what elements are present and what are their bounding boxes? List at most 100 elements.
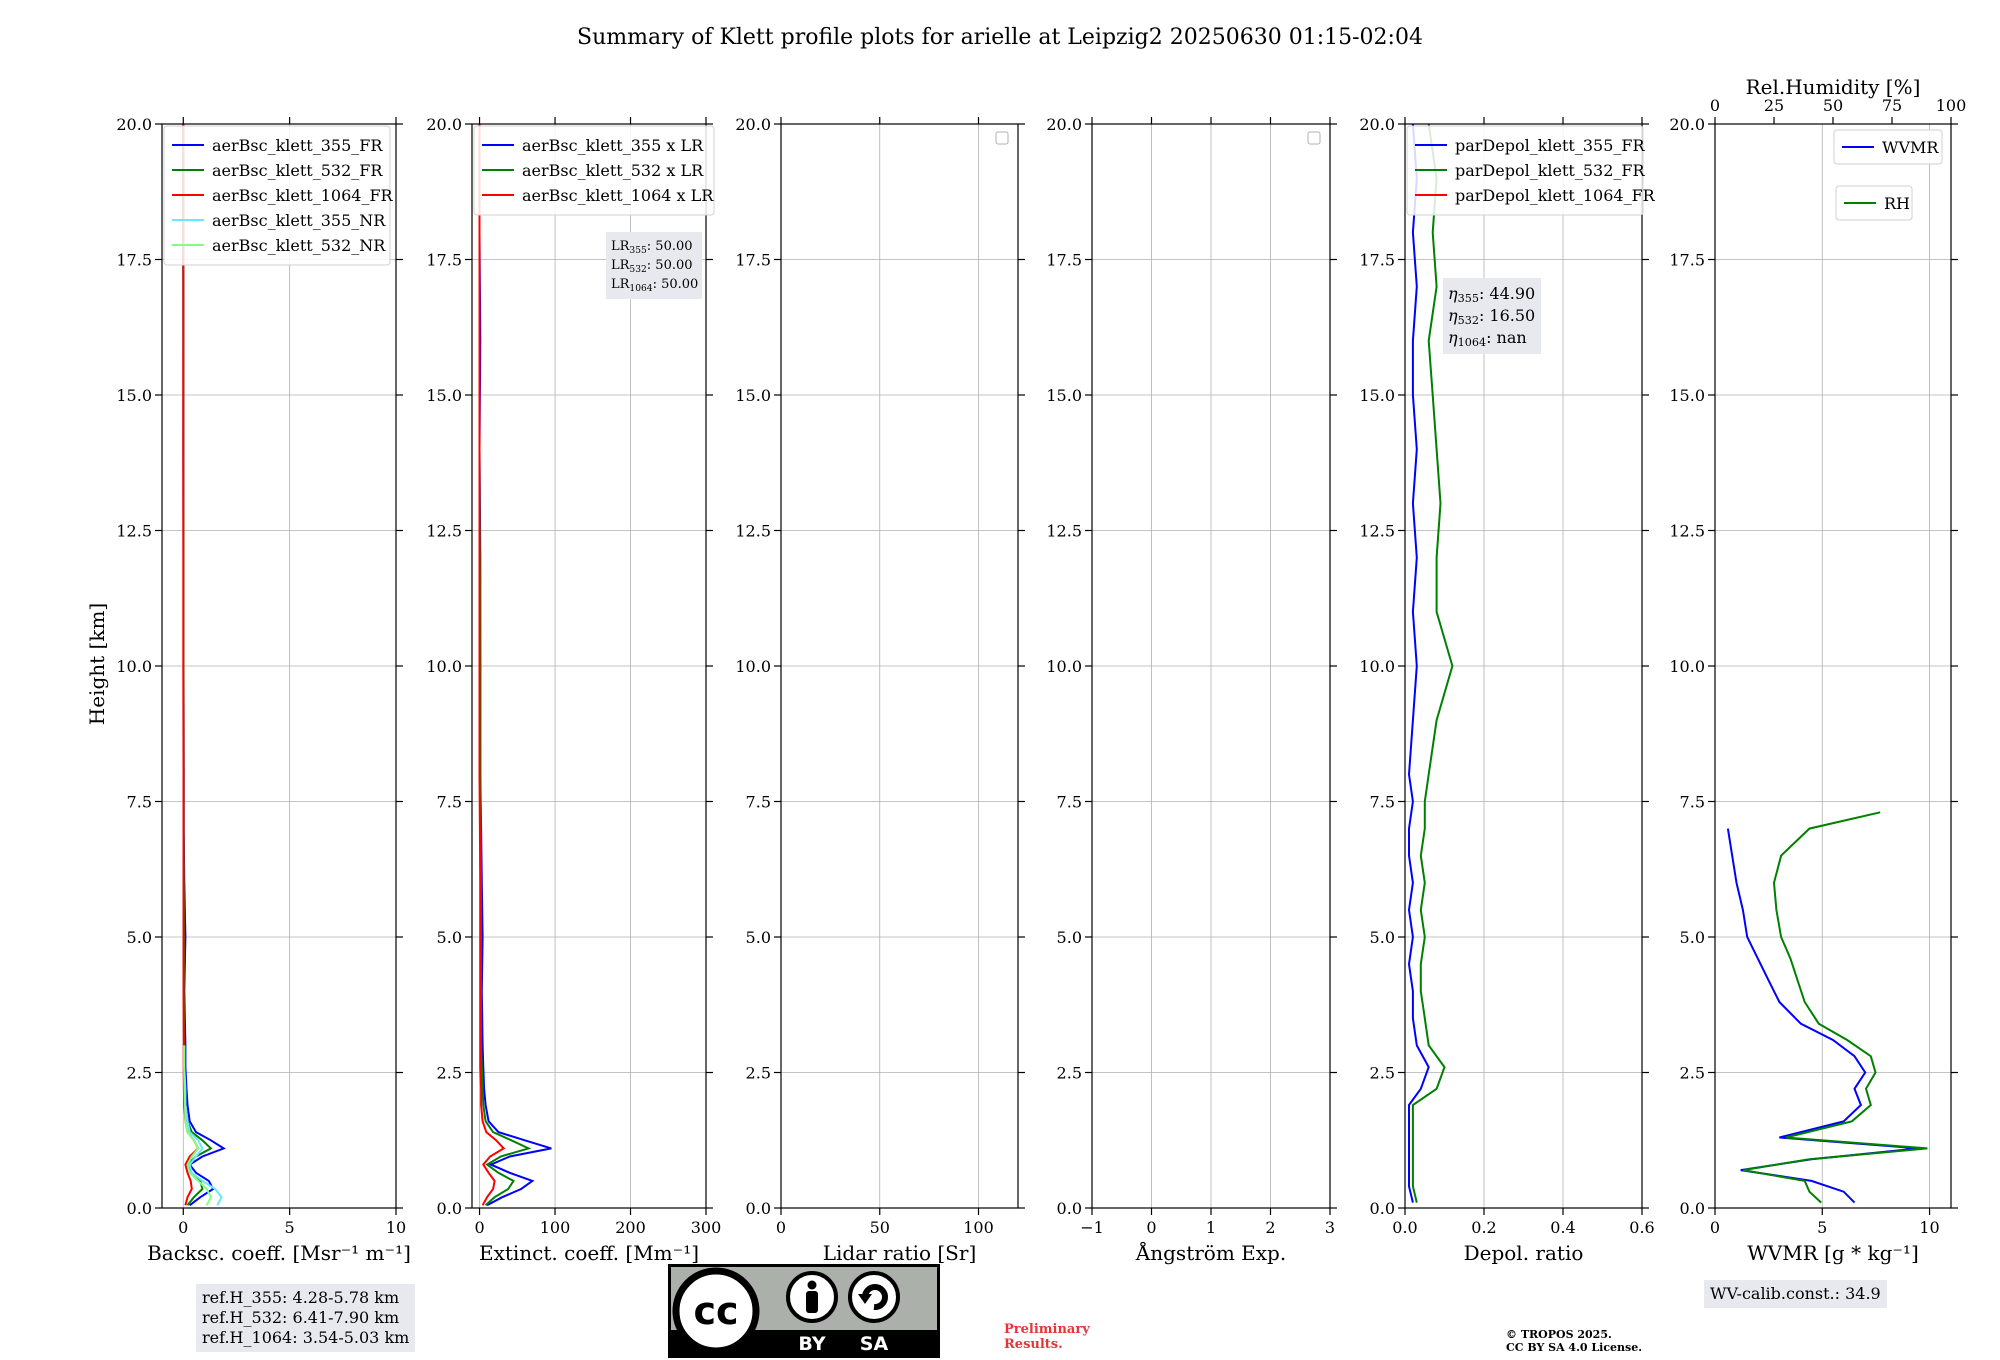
y-tick-label: 20.0 xyxy=(116,115,152,134)
legend-label: aerBsc_klett_1064_FR xyxy=(212,186,394,205)
annotation-value: : 50.00 xyxy=(647,258,693,273)
y-tick-label: 2.5 xyxy=(437,1064,462,1083)
copyright-line-2: CC BY SA 4.0 License. xyxy=(1506,1341,1643,1354)
x-axis-label: Depol. ratio xyxy=(1464,1241,1584,1265)
y-tick-label: 17.5 xyxy=(116,251,152,270)
annotation-line: LR532: 50.00 xyxy=(611,258,693,275)
legend-label: parDepol_klett_355_FR xyxy=(1455,136,1646,155)
x-tick-label: 0.2 xyxy=(1471,1218,1496,1237)
y-tick-label: 0.0 xyxy=(1057,1199,1082,1218)
y-tick-label: 2.5 xyxy=(127,1064,152,1083)
panel-angstrom: 0.0 2.5 5.0 7.5 10.0 12.5 15.0 17.5 20.0 −1 0 1 2 3 Ån… xyxy=(1046,115,1337,1265)
series-line-RH xyxy=(1743,811,1928,1204)
x-tick-label: 100 xyxy=(540,1218,571,1237)
x-tick-label: 0.0 xyxy=(1392,1218,1417,1237)
copyright-note: © TROPOS 2025. CC BY SA 4.0 License. xyxy=(1506,1328,1642,1354)
ref-height-1064: ref.H_1064: 3.54-5.03 km xyxy=(202,1328,410,1347)
annotation-subscript: 532 xyxy=(1458,314,1479,327)
figure-title: Summary of Klett profile plots for ariel… xyxy=(577,25,1423,50)
x-tick-label: 1 xyxy=(1206,1218,1216,1237)
y-tick-label: 15.0 xyxy=(1359,386,1395,405)
empty-legend-box xyxy=(1307,131,1321,145)
x2-tick-label: 0 xyxy=(1710,96,1720,115)
x-tick-label: 0 xyxy=(178,1218,188,1237)
annotation-value: : 44.90 xyxy=(1479,284,1535,303)
preliminary-line-2: Results. xyxy=(1004,1337,1063,1352)
y-tick-label: 2.5 xyxy=(1370,1064,1395,1083)
x-axis-label: WVMR [g * kg⁻¹] xyxy=(1747,1241,1919,1265)
annotation-symbol: η xyxy=(1448,306,1458,325)
y-tick-label: 17.5 xyxy=(1046,251,1082,270)
x-axis-label: Ångström Exp. xyxy=(1135,1240,1286,1265)
legend-label: parDepol_klett_1064_FR xyxy=(1455,186,1656,205)
series-line-aerBsc_klett_532 x LR xyxy=(478,124,532,1207)
wv-calib-box: WV-calib.const.: 34.9 xyxy=(1704,1280,1887,1308)
y-tick-label: 15.0 xyxy=(1669,386,1705,405)
sa-label: SA xyxy=(860,1333,889,1355)
wv-calib-text: WV-calib.const.: 34.9 xyxy=(1710,1284,1881,1303)
y-tick-label: 17.5 xyxy=(1359,251,1395,270)
copyright-line-1: © TROPOS 2025. xyxy=(1506,1328,1612,1341)
x-tick-label: 300 xyxy=(691,1218,722,1237)
figure-canvas: Summary of Klett profile plots for ariel… xyxy=(85,25,1966,1265)
annotation-value: : 16.50 xyxy=(1479,306,1535,325)
y-tick-label: 5.0 xyxy=(1057,928,1082,947)
y-tick-label: 0.0 xyxy=(1370,1199,1395,1218)
annotation-subscript: 1064 xyxy=(629,284,652,294)
legend-label: aerBsc_klett_532_NR xyxy=(212,236,386,255)
annotation-subscript: 355 xyxy=(629,246,647,256)
series-line-aerBsc_klett_532_FR xyxy=(182,124,213,1206)
y-tick-label: 12.5 xyxy=(1359,522,1395,541)
x-tick-label: 5 xyxy=(1817,1218,1827,1237)
x-tick-label: 50 xyxy=(870,1218,890,1237)
ref-height-355: ref.H_355: 4.28-5.78 km xyxy=(202,1288,400,1307)
y-tick-label: 12.5 xyxy=(426,522,462,541)
annotation-symbol: η xyxy=(1448,284,1458,303)
y-tick-label: 10.0 xyxy=(426,657,462,676)
y-tick-label: 17.5 xyxy=(735,251,771,270)
y-tick-label: 15.0 xyxy=(1046,386,1082,405)
x-tick-label: 10 xyxy=(386,1218,406,1237)
y-tick-label: 10.0 xyxy=(116,657,152,676)
series-line-aerBsc_klett_355_FR xyxy=(182,124,226,1207)
y-tick-label: 7.5 xyxy=(127,793,152,812)
x2-axis-label: Rel.Humidity [%] xyxy=(1746,75,1921,99)
y-tick-label: 2.5 xyxy=(746,1064,771,1083)
x-axis-label: Extinct. coeff. [Mm⁻¹] xyxy=(479,1241,699,1265)
y-axis-label: Height [km] xyxy=(85,603,109,725)
legend-label: parDepol_klett_532_FR xyxy=(1455,161,1646,180)
panel-extinction: 0.0 2.5 5.0 7.5 10.0 12.5 15.0 17.5 20.0 0 100 200 3… xyxy=(426,115,721,1265)
x-axis-label: Lidar ratio [Sr] xyxy=(823,1241,977,1265)
y-tick-label: 0.0 xyxy=(437,1199,462,1218)
x-axis-label: Backsc. coeff. [Msr⁻¹ m⁻¹] xyxy=(147,1241,411,1265)
y-tick-label: 7.5 xyxy=(1370,793,1395,812)
y-tick-label: 15.0 xyxy=(735,386,771,405)
y-tick-label: 15.0 xyxy=(426,386,462,405)
x-tick-label: 100 xyxy=(963,1218,994,1237)
legend-label: aerBsc_klett_532_FR xyxy=(212,161,383,180)
annotation-value: : 50.00 xyxy=(653,277,699,292)
panel-lidar-ratio: 0.0 2.5 5.0 7.5 10.0 12.5 15.0 17.5 20.0 0 50 100 Li… xyxy=(735,115,1025,1265)
y-tick-label: 12.5 xyxy=(1046,522,1082,541)
legend-label: RH xyxy=(1884,194,1910,213)
annotation-symbol: LR xyxy=(611,277,631,292)
annotation-symbol: η xyxy=(1448,328,1458,347)
x-tick-label: −1 xyxy=(1080,1218,1104,1237)
x-tick-label: 0 xyxy=(1710,1218,1720,1237)
y-tick-label: 7.5 xyxy=(1057,793,1082,812)
panels: 0.02.55.07.510.012.515.017.520.00 5 10Back… xyxy=(116,75,1966,1265)
y-tick-label: 20.0 xyxy=(1359,115,1395,134)
y-tick-label: 5.0 xyxy=(127,928,152,947)
legend-label: aerBsc_klett_355_NR xyxy=(212,211,386,230)
y-tick-label: 10.0 xyxy=(1046,657,1082,676)
x-tick-label: 5 xyxy=(285,1218,295,1237)
x-tick-label: 200 xyxy=(615,1218,646,1237)
y-tick-label: 12.5 xyxy=(116,522,152,541)
y-tick-label: 7.5 xyxy=(437,793,462,812)
y-tick-label: 17.5 xyxy=(1669,251,1705,270)
x-tick-label: 0.4 xyxy=(1550,1218,1575,1237)
annotation-line: LR1064: 50.00 xyxy=(611,277,698,294)
x2-tick-label: 100 xyxy=(1936,96,1967,115)
x-tick-label: 0 xyxy=(474,1218,484,1237)
y-tick-label: 12.5 xyxy=(735,522,771,541)
